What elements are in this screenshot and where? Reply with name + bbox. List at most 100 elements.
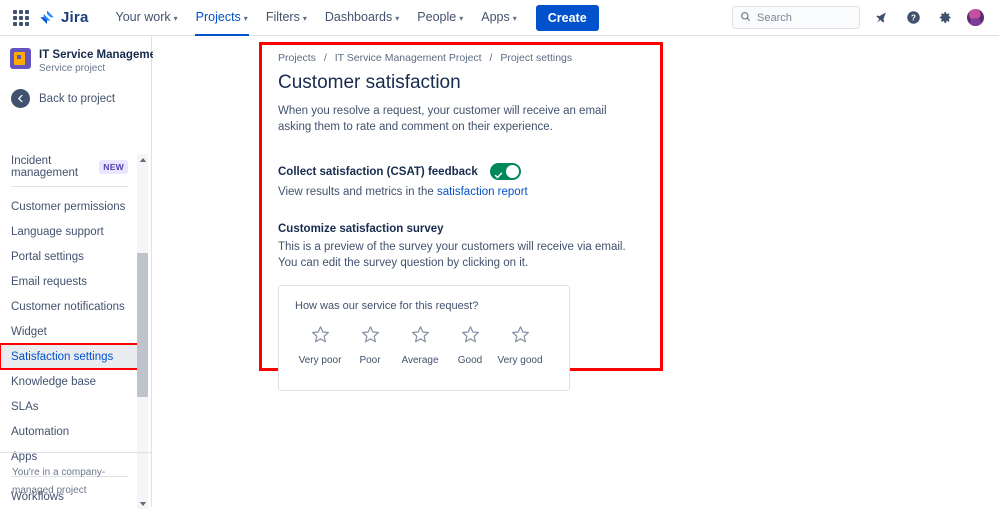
nav-label: Projects — [195, 10, 241, 24]
sidebar-footer: You're in a company-managed project — [0, 452, 152, 507]
sidebar-item-email-requests[interactable]: Email requests — [0, 269, 138, 294]
breadcrumb: Projects / IT Service Management Project… — [278, 52, 658, 64]
csat-toggle[interactable] — [489, 163, 521, 180]
chevron-down-icon: ▾ — [173, 13, 178, 23]
sidebar-item-label: Email requests — [11, 275, 88, 288]
rating-label: Good — [457, 355, 483, 366]
rating-option-average[interactable]: Average — [395, 324, 445, 366]
breadcrumb-item-projects[interactable]: Projects — [278, 52, 316, 64]
jira-logo[interactable]: Jira — [38, 9, 89, 27]
breadcrumb-item-project-settings[interactable]: Project settings — [500, 52, 572, 64]
settings-gear-icon[interactable] — [934, 7, 956, 29]
nav-item-apps[interactable]: Apps ▾ — [472, 0, 526, 36]
survey-question[interactable]: How was our service for this request? — [295, 300, 553, 312]
csat-label: Collect satisfaction (CSAT) feedback — [278, 165, 478, 178]
chevron-down-icon: ▾ — [243, 13, 248, 23]
nav-item-projects[interactable]: Projects ▾ — [187, 0, 257, 36]
search-icon — [740, 9, 751, 27]
sidebar-item-label: Customer notifications — [11, 300, 125, 313]
nav-label: Apps — [481, 10, 510, 24]
rating-option-good[interactable]: Good — [445, 324, 495, 366]
back-to-project-label: Back to project — [39, 92, 116, 105]
main-content: Projects / IT Service Management Project… — [153, 36, 999, 507]
project-sidebar: IT Service Management ... Service projec… — [0, 36, 180, 509]
csat-sub-prefix: View results and metrics in the — [278, 186, 437, 198]
csat-sub-text: View results and metrics in the satisfac… — [278, 186, 658, 198]
sidebar-item-label: Language support — [11, 225, 104, 238]
breadcrumb-item-project[interactable]: IT Service Management Project — [335, 52, 482, 64]
sidebar-item-label: Incident management — [11, 154, 79, 179]
project-header[interactable]: IT Service Management ... Service projec… — [0, 36, 180, 83]
sidebar-item-language-support[interactable]: Language support — [0, 219, 138, 244]
rating-option-very-poor[interactable]: Very poor — [295, 324, 345, 366]
notification-bell-icon[interactable] — [870, 7, 892, 29]
top-navigation-bar: Jira Your work ▾ Projects ▾ Filters ▾ Da… — [0, 0, 999, 36]
rating-label: Poor — [359, 355, 381, 366]
nav-right-group: Search ? — [732, 6, 989, 29]
rating-stars-row: Very poor Poor Average Good Very good — [295, 324, 553, 366]
toggle-knob — [505, 165, 519, 178]
scrollbar-thumb[interactable] — [137, 253, 148, 397]
breadcrumb-separator: / — [323, 52, 327, 64]
rating-label: Very poor — [298, 355, 342, 366]
project-avatar-icon — [10, 48, 31, 69]
star-icon — [410, 324, 431, 350]
sidebar-item-satisfaction-settings[interactable]: Satisfaction settings — [0, 343, 139, 370]
nav-label: Filters — [265, 10, 300, 24]
sidebar-item-label: Knowledge base — [11, 375, 97, 388]
sidebar-item-widget[interactable]: Widget — [0, 319, 138, 344]
star-icon — [510, 324, 531, 350]
survey-preview-card: How was our service for this request? Ve… — [278, 285, 570, 391]
scroll-up-arrow-icon[interactable] — [137, 154, 148, 165]
star-icon — [460, 324, 481, 350]
customer-satisfaction-panel: Projects / IT Service Management Project… — [278, 52, 658, 391]
check-icon — [494, 167, 503, 185]
jira-mark-icon — [38, 9, 56, 27]
search-input[interactable]: Search — [732, 6, 860, 29]
nav-item-your-work[interactable]: Your work ▾ — [107, 0, 187, 36]
sidebar-item-incident-management[interactable]: Incident management NEW — [0, 154, 138, 179]
brand-label: Jira — [61, 9, 89, 26]
sidebar-item-automation[interactable]: Automation — [0, 419, 138, 444]
back-to-project-button[interactable]: Back to project — [0, 83, 151, 118]
chevron-down-icon: ▾ — [302, 13, 307, 23]
star-icon — [310, 324, 331, 350]
search-placeholder: Search — [757, 11, 792, 24]
nav-item-dashboards[interactable]: Dashboards ▾ — [316, 0, 408, 36]
csat-toggle-row: Collect satisfaction (CSAT) feedback — [278, 163, 658, 180]
sidebar-item-label: Satisfaction settings — [11, 350, 114, 363]
sidebar-item-label: Widget — [11, 325, 47, 338]
sidebar-item-knowledge-base[interactable]: Knowledge base — [0, 369, 138, 394]
breadcrumb-separator: / — [489, 52, 493, 64]
arrow-left-icon — [11, 89, 30, 108]
nav-label: People — [417, 10, 457, 24]
survey-section-title: Customize satisfaction survey — [278, 223, 444, 235]
page-title: Customer satisfaction — [278, 72, 461, 93]
rating-label: Very good — [497, 355, 543, 366]
chevron-down-icon: ▾ — [395, 13, 400, 23]
sidebar-item-slas[interactable]: SLAs — [0, 394, 138, 419]
new-badge: NEW — [99, 159, 128, 174]
rating-option-very-good[interactable]: Very good — [495, 324, 545, 366]
company-managed-note: You're in a company-managed project — [12, 467, 106, 496]
nav-item-filters[interactable]: Filters ▾ — [257, 0, 316, 36]
nav-item-people[interactable]: People ▾ — [408, 0, 472, 36]
rating-option-poor[interactable]: Poor — [345, 324, 395, 366]
satisfaction-report-link[interactable]: satisfaction report — [437, 186, 528, 198]
nav-label: Your work — [115, 10, 171, 24]
chevron-down-icon: ▾ — [459, 13, 464, 23]
user-avatar[interactable] — [966, 8, 985, 27]
scrollbar-track[interactable] — [137, 165, 148, 498]
help-icon[interactable]: ? — [902, 7, 924, 29]
sidebar-item-portal-settings[interactable]: Portal settings — [0, 244, 138, 269]
sidebar-item-customer-permissions[interactable]: Customer permissions — [0, 194, 138, 219]
nav-label: Dashboards — [324, 10, 393, 24]
sidebar-item-customer-notifications[interactable]: Customer notifications — [0, 294, 138, 319]
grid-apps-icon[interactable] — [10, 7, 32, 29]
svg-text:?: ? — [911, 14, 916, 23]
sidebar-item-label: SLAs — [11, 400, 39, 413]
star-icon — [360, 324, 381, 350]
sidebar-item-label: Automation — [11, 425, 70, 438]
sidebar-item-label: Portal settings — [11, 250, 84, 263]
create-button[interactable]: Create — [535, 4, 599, 31]
